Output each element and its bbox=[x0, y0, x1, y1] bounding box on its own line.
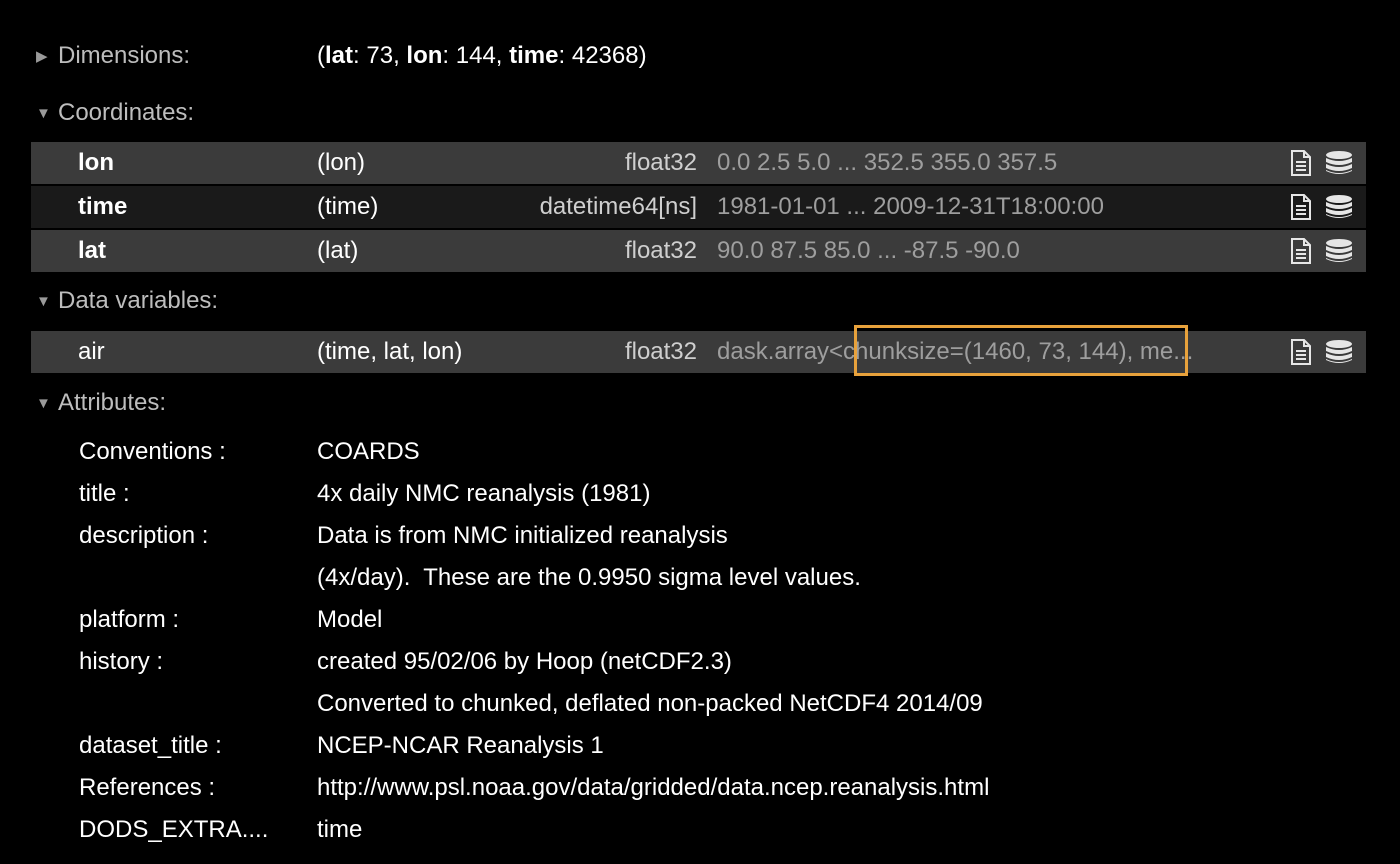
variable-name[interactable]: air bbox=[78, 331, 105, 373]
attribute-key: DODS_EXTRA.... bbox=[79, 816, 269, 843]
section-data-variables-label: Data variables: bbox=[58, 287, 219, 314]
section-dimensions-label: Dimensions: bbox=[58, 42, 191, 69]
variable-preview: 0.0 2.5 5.0 ... 352.5 355.0 357.5 bbox=[717, 149, 1058, 176]
variable-dtype: float32 bbox=[624, 149, 697, 176]
coordinate-row-lon: lon (lon) float32 0.0 2.5 5.0 ... 352.5 … bbox=[31, 142, 1366, 184]
attribute-key: dataset_title : bbox=[79, 732, 222, 759]
variable-preview: dask.array<chunksize=(1460, 73, 144), me… bbox=[717, 338, 1194, 365]
dim-name: time bbox=[509, 42, 559, 69]
attribute-value: created 95/02/06 by Hoop (netCDF2.3) bbox=[317, 648, 732, 675]
attribute-key: References : bbox=[79, 774, 216, 801]
variable-name[interactable]: time bbox=[78, 186, 127, 228]
database-icon[interactable] bbox=[1325, 150, 1353, 176]
attribute-value: NCEP-NCAR Reanalysis 1 bbox=[317, 732, 604, 759]
variable-preview: 90.0 87.5 85.0 ... -87.5 -90.0 bbox=[717, 237, 1020, 264]
attribute-row: description : Data is from NMC initializ… bbox=[0, 515, 1400, 557]
variable-dims: (time) bbox=[317, 193, 379, 220]
dim-size: 42368 bbox=[571, 42, 639, 69]
collapsed-arrow-icon: ▶ bbox=[36, 48, 48, 65]
attribute-row: Converted to chunked, deflated non-packe… bbox=[0, 683, 1400, 725]
dimensions-summary: (lat: 73, lon: 144, time: 42368) bbox=[317, 42, 647, 69]
attribute-row: history : created 95/02/06 by Hoop (netC… bbox=[0, 641, 1400, 683]
attribute-value: 4x daily NMC reanalysis (1981) bbox=[317, 480, 651, 507]
section-coordinates[interactable]: ▼ Coordinates: bbox=[36, 95, 194, 131]
data-variable-row-air: air (time, lat, lon) float32 dask.array<… bbox=[31, 331, 1366, 373]
attribute-row: title : 4x daily NMC reanalysis (1981) bbox=[0, 473, 1400, 515]
coordinate-row-lat: lat (lat) float32 90.0 87.5 85.0 ... -87… bbox=[31, 230, 1366, 272]
section-attributes[interactable]: ▼ Attributes: bbox=[36, 385, 166, 421]
variable-dtype: float32 bbox=[624, 237, 697, 264]
dim-size: 144 bbox=[455, 42, 496, 69]
attribute-row: dataset_title : NCEP-NCAR Reanalysis 1 bbox=[0, 725, 1400, 767]
variable-dtype: float32 bbox=[624, 338, 697, 365]
attribute-key: platform : bbox=[79, 606, 180, 633]
attribute-key: Conventions : bbox=[79, 438, 226, 465]
variable-dims: (lon) bbox=[317, 149, 366, 176]
attribute-value: Model bbox=[317, 606, 383, 633]
expanded-arrow-icon: ▼ bbox=[36, 394, 51, 412]
attribute-row: Conventions : COARDS bbox=[0, 431, 1400, 473]
variable-dims: (time, lat, lon) bbox=[317, 338, 463, 365]
variable-name[interactable]: lon bbox=[78, 142, 114, 184]
attribute-key: title : bbox=[79, 480, 130, 507]
dim-size: 73 bbox=[366, 42, 394, 69]
attribute-key: description : bbox=[79, 522, 209, 549]
attribute-row: (4x/day). These are the 0.9950 sigma lev… bbox=[0, 557, 1400, 599]
attribute-row: platform : Model bbox=[0, 599, 1400, 641]
section-attributes-label: Attributes: bbox=[58, 389, 167, 416]
expanded-arrow-icon: ▼ bbox=[36, 292, 51, 310]
variable-dims: (lat) bbox=[317, 237, 359, 264]
variable-name[interactable]: lat bbox=[78, 230, 106, 272]
expanded-arrow-icon: ▼ bbox=[36, 104, 51, 122]
file-text-icon[interactable] bbox=[1289, 150, 1313, 176]
variable-dtype: datetime64[ns] bbox=[539, 193, 697, 220]
attribute-value: Data is from NMC initialized reanalysis bbox=[317, 522, 728, 549]
dim-name: lon bbox=[406, 42, 443, 69]
section-dimensions[interactable]: ▶ Dimensions: bbox=[36, 38, 190, 74]
dim-name: lat bbox=[325, 42, 354, 69]
section-coordinates-label: Coordinates: bbox=[58, 99, 195, 126]
database-icon[interactable] bbox=[1325, 238, 1353, 264]
attribute-value: time bbox=[317, 816, 363, 843]
variable-preview: 1981-01-01 ... 2009-12-31T18:00:00 bbox=[717, 193, 1104, 220]
attribute-row: References : http://www.psl.noaa.gov/dat… bbox=[0, 767, 1400, 809]
attribute-key: history : bbox=[79, 648, 164, 675]
database-icon[interactable] bbox=[1325, 339, 1353, 365]
file-text-icon[interactable] bbox=[1289, 238, 1313, 264]
attribute-row: DODS_EXTRA.... time bbox=[0, 809, 1400, 851]
attribute-value: http://www.psl.noaa.gov/data/gridded/dat… bbox=[317, 774, 990, 801]
database-icon[interactable] bbox=[1325, 194, 1353, 220]
coordinate-row-time: time (time) datetime64[ns] 1981-01-01 ..… bbox=[31, 186, 1366, 228]
attribute-value: (4x/day). These are the 0.9950 sigma lev… bbox=[317, 564, 861, 591]
file-text-icon[interactable] bbox=[1289, 194, 1313, 220]
attribute-value: COARDS bbox=[317, 438, 420, 465]
section-data-variables[interactable]: ▼ Data variables: bbox=[36, 283, 218, 319]
attribute-value: Converted to chunked, deflated non-packe… bbox=[317, 690, 983, 717]
file-text-icon[interactable] bbox=[1289, 339, 1313, 365]
